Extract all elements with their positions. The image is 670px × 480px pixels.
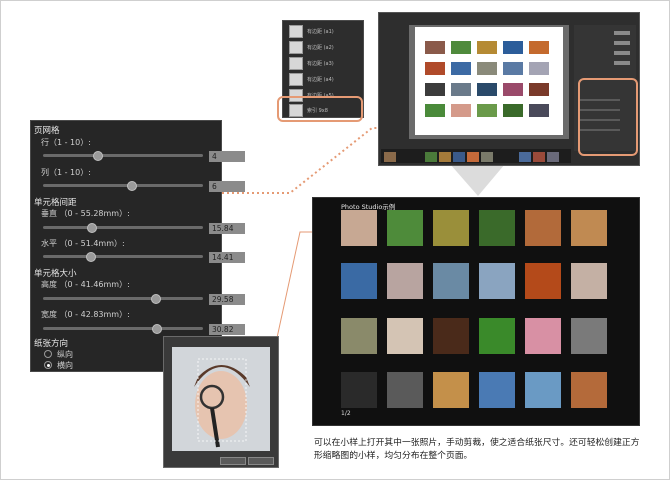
page-indicator: 1/2 [341, 410, 351, 417]
layout-template-icon [289, 73, 303, 86]
print-canvas [409, 25, 569, 139]
layout-menu-item[interactable]: 有边距 (a1) [287, 23, 359, 39]
layout-menu-label: 有边距 (a1) [307, 29, 334, 35]
layout-template-icon [289, 25, 303, 38]
layout-template-icon [289, 57, 303, 70]
layout-menu-item[interactable]: 有边距 (a3) [287, 55, 359, 71]
crop-window [163, 336, 279, 468]
menu-highlight [277, 96, 363, 122]
layout-menu-label: 有边距 (a4) [307, 77, 334, 83]
sheet-thumbnails [425, 41, 549, 117]
caption-text: 可以在小样上打开其中一张照片，手动剪裁，使之适合纸张尺寸。还可轻松创建正方形缩略… [314, 438, 640, 461]
layout-template-icon [289, 41, 303, 54]
cancel-button[interactable] [248, 457, 274, 465]
layout-menu-item[interactable]: 有边距 (a2) [287, 39, 359, 55]
layout-menu-item[interactable]: 有边距 (a4) [287, 71, 359, 87]
contact-sheet-large-preview: Photo Studio示例 1/2 [312, 197, 640, 426]
contact-sheet-preview [415, 27, 563, 135]
filmstrip[interactable] [381, 149, 571, 163]
crop-photo[interactable] [172, 347, 270, 451]
settings-highlight [578, 78, 638, 156]
preview-thumbnail-grid [341, 210, 607, 408]
ok-button[interactable] [220, 457, 246, 465]
layout-menu-label: 有边距 (a3) [307, 61, 334, 67]
layout-menu-label: 有边距 (a2) [307, 45, 334, 51]
